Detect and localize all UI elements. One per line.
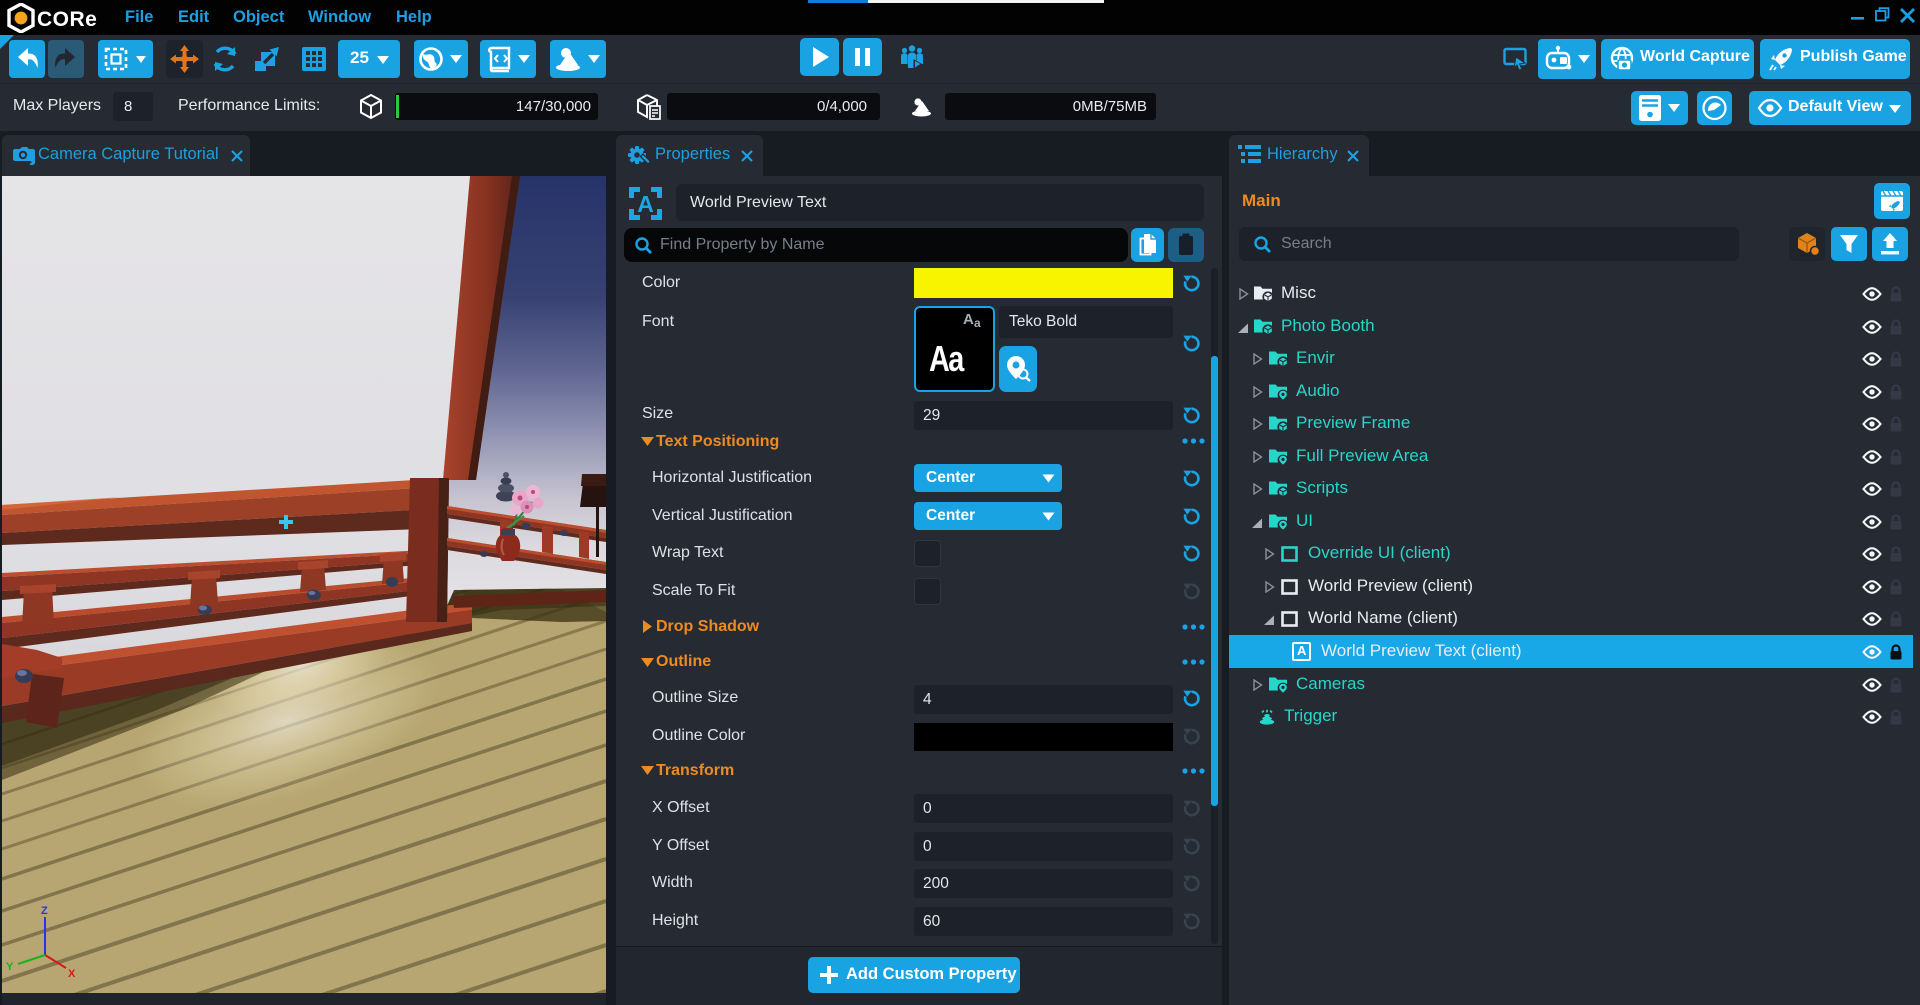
svg-text:A: A	[637, 191, 654, 217]
svg-text:Y: Y	[6, 961, 14, 973]
svg-text:Z: Z	[41, 905, 48, 917]
svg-text:X: X	[68, 968, 76, 980]
svg-text:CORe: CORe	[37, 8, 97, 31]
